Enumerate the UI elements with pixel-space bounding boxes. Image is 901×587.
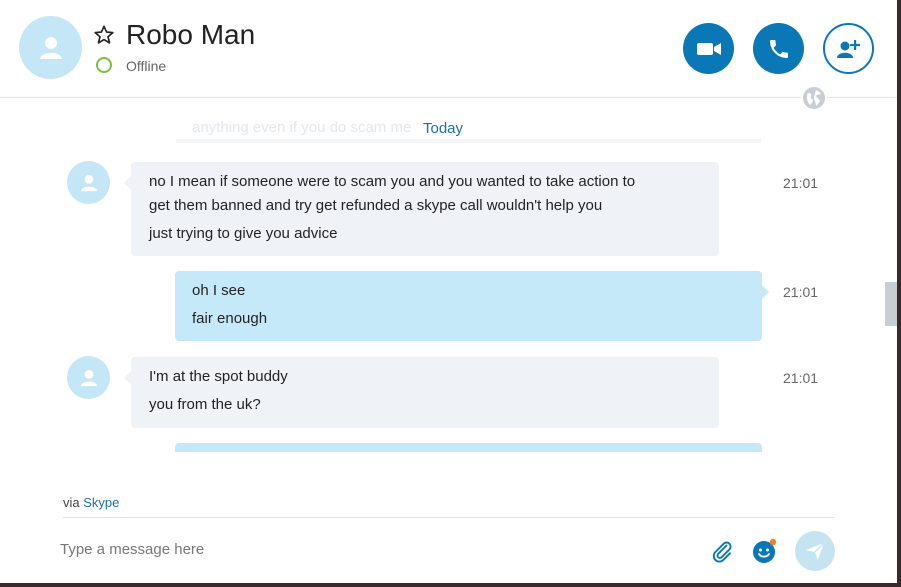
- send-button[interactable]: [795, 531, 835, 571]
- message-text: I'm at the spot buddy: [149, 368, 288, 385]
- video-camera-icon: [696, 42, 721, 55]
- emoji-button[interactable]: [752, 538, 778, 564]
- skype-link[interactable]: Skype: [83, 495, 119, 510]
- audio-call-button[interactable]: [753, 23, 804, 74]
- scrollbar-thumb[interactable]: [885, 282, 897, 326]
- message-bubble-incoming[interactable]: I'm at the spot buddy you from the uk?: [124, 357, 719, 428]
- message-bubble-incoming[interactable]: no I mean if someone were to scam you an…: [124, 162, 719, 256]
- contact-status: Offline: [126, 58, 167, 74]
- via-label: via Skype: [63, 495, 119, 510]
- via-prefix: via: [63, 495, 80, 510]
- message-timestamp: 21:01: [783, 370, 819, 386]
- message-bubble-outgoing[interactable]: oh I see fair enough: [175, 271, 769, 341]
- add-people-button[interactable]: [823, 23, 874, 74]
- message-bubble-outgoing-partial[interactable]: [175, 443, 762, 452]
- phone-icon: [769, 39, 788, 58]
- message-text: no I mean if someone were to scam you an…: [149, 173, 636, 190]
- add-person-icon: [836, 39, 860, 58]
- faded-previous-bubble: [176, 139, 761, 143]
- contact-avatar[interactable]: [19, 16, 82, 79]
- message-timestamp: 21:01: [783, 284, 819, 300]
- user-icon: [80, 369, 97, 386]
- message-text: just trying to give you advice: [149, 225, 338, 242]
- conversation-header: Robo Man Offline: [0, 0, 897, 98]
- paperclip-icon: [712, 541, 732, 563]
- faded-previous-message: anything even if you do scam me: [192, 119, 412, 136]
- message-input[interactable]: [60, 535, 680, 563]
- message-history[interactable]: anything even if you do scam me Today no…: [0, 99, 880, 452]
- favorite-star-icon[interactable]: [93, 24, 115, 46]
- message-text: fair enough: [192, 310, 268, 327]
- user-icon: [39, 36, 62, 59]
- status-offline-icon: [96, 57, 112, 73]
- contact-name[interactable]: Robo Man: [126, 19, 255, 51]
- sender-avatar[interactable]: [67, 356, 110, 399]
- compose-divider: [63, 517, 835, 518]
- message-text: you from the uk?: [149, 396, 261, 413]
- window-border-bottom: [0, 583, 901, 587]
- window-border-right: [897, 0, 901, 587]
- user-icon: [80, 174, 97, 191]
- day-separator: Today: [421, 120, 466, 137]
- send-icon: [805, 542, 825, 561]
- message-text: get them banned and try get refunded a s…: [149, 197, 603, 214]
- attach-file-button[interactable]: [709, 538, 735, 564]
- emoji-icon: [753, 538, 777, 563]
- message-text: oh I see: [192, 282, 246, 299]
- message-timestamp: 21:01: [783, 175, 819, 191]
- sender-avatar[interactable]: [67, 161, 110, 204]
- video-call-button[interactable]: [683, 23, 734, 74]
